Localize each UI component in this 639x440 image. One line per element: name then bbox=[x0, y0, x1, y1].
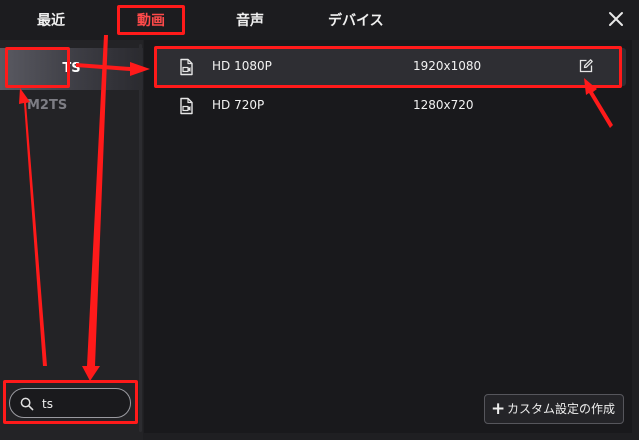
sidebar-scrollbar[interactable] bbox=[139, 44, 142, 432]
search-icon bbox=[20, 397, 34, 411]
close-button[interactable] bbox=[607, 10, 625, 28]
preset-row-hd1080p[interactable]: HD 1080P 1920x1080 bbox=[156, 48, 626, 86]
preset-resolution: 1280x720 bbox=[413, 98, 474, 112]
preset-name: HD 1080P bbox=[212, 59, 272, 73]
edit-icon[interactable] bbox=[578, 58, 594, 74]
sidebar-item-m2ts[interactable]: M2TS bbox=[0, 85, 143, 127]
tab-bar: 最近 動画 音声 デバイス bbox=[0, 0, 639, 40]
preset-resolution: 1920x1080 bbox=[413, 59, 482, 73]
search-input[interactable] bbox=[40, 394, 128, 414]
plus-icon: + bbox=[491, 399, 506, 419]
create-custom-button[interactable]: + カスタム設定の作成 bbox=[484, 394, 624, 424]
sidebar-item-ts[interactable]: TS bbox=[0, 48, 143, 90]
tab-recent[interactable]: 最近 bbox=[37, 12, 65, 30]
preset-row-hd720p[interactable]: HD 720P 1280x720 bbox=[156, 87, 626, 125]
preset-name: HD 720P bbox=[212, 98, 265, 112]
video-file-icon bbox=[180, 97, 193, 115]
format-sidebar: TS M2TS bbox=[0, 40, 143, 440]
tab-audio[interactable]: 音声 bbox=[236, 12, 264, 30]
format-search bbox=[9, 388, 131, 418]
tab-device[interactable]: デバイス bbox=[328, 12, 384, 30]
video-file-icon bbox=[180, 58, 193, 76]
preset-list: HD 1080P 1920x1080 HD 720P 1280x720 bbox=[144, 40, 632, 433]
create-custom-label: カスタム設定の作成 bbox=[507, 402, 616, 416]
tab-video[interactable]: 動画 bbox=[137, 12, 165, 30]
close-icon bbox=[609, 12, 623, 26]
